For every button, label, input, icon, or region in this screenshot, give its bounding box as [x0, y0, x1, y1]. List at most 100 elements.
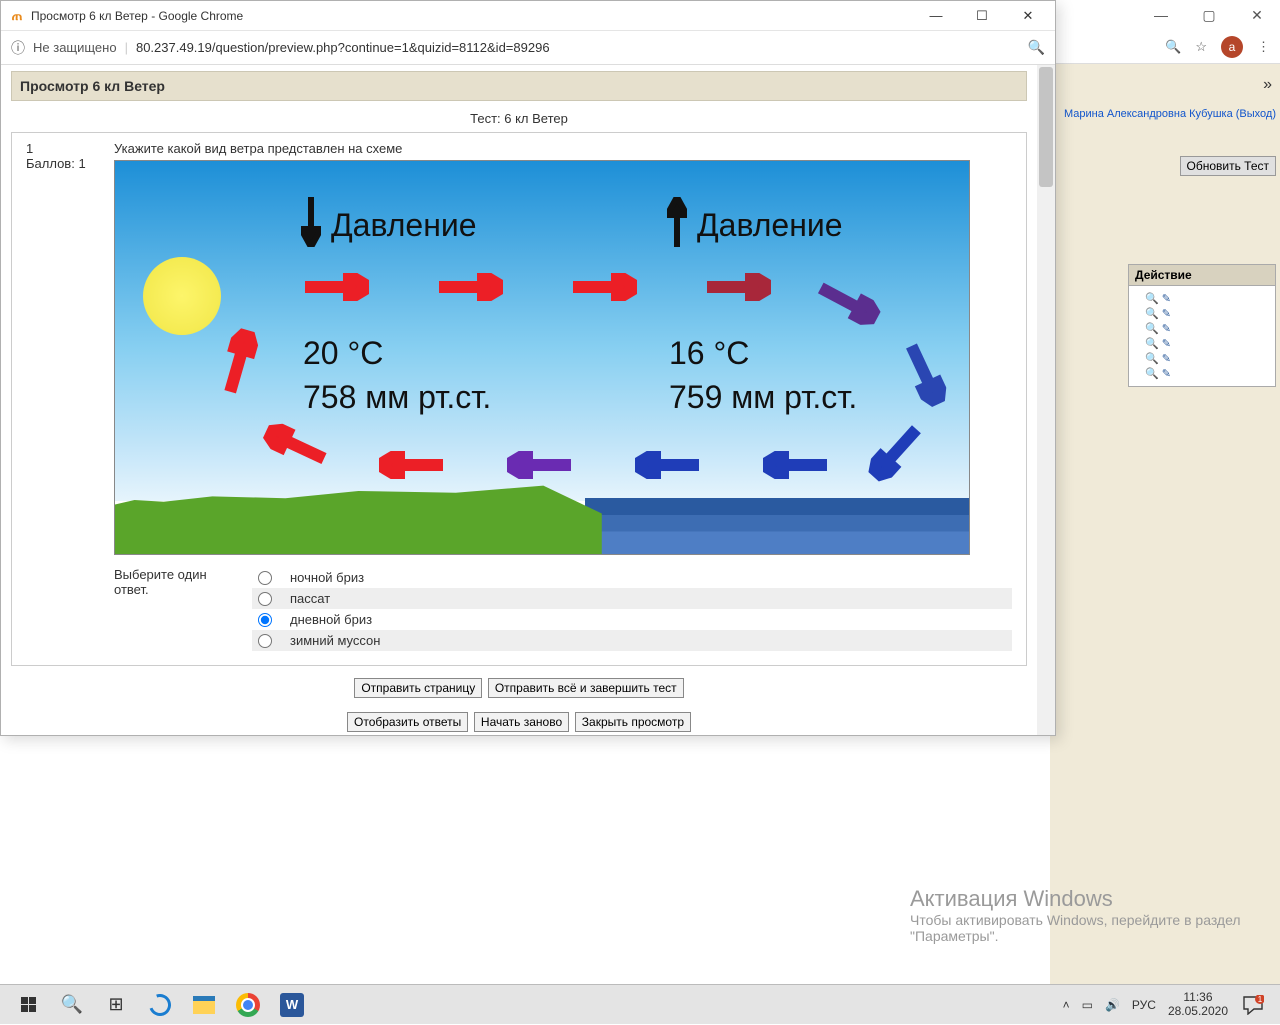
preview-icon: 🔍 — [1145, 292, 1159, 305]
question-number: 1 — [26, 141, 96, 156]
minimize-icon[interactable]: — — [1146, 7, 1176, 23]
tray-chevron-icon[interactable]: ˄ — [1063, 998, 1070, 1012]
word-button[interactable]: W — [270, 985, 314, 1025]
file-explorer-button[interactable] — [182, 985, 226, 1025]
system-tray[interactable]: ˄ ▭ 🔊 РУС 11:36 28.05.2020 1 — [1063, 991, 1274, 1017]
favorite-icon[interactable]: ☆ — [1195, 39, 1207, 55]
pressure-right: 759 мм рт.ст. — [669, 379, 857, 416]
answer-label: ночной бриз — [290, 570, 364, 585]
clock-date: 28.05.2020 — [1168, 1005, 1228, 1018]
restart-button[interactable]: Начать заново — [474, 712, 569, 732]
action-block-body: 🔍✎ 🔍✎ 🔍✎ 🔍✎ 🔍✎ 🔍✎ — [1128, 286, 1276, 387]
question-box: 1 Баллов: 1 Укажите какой вид ветра пред… — [11, 132, 1027, 666]
edit-icon: ✎ — [1162, 352, 1171, 365]
answer-option[interactable]: зимний муссон — [252, 630, 1012, 651]
taskbar[interactable]: 🔍 ⊞ W ˄ ▭ 🔊 РУС 11:36 28.05.2020 1 — [0, 984, 1280, 1024]
menu-icon[interactable]: ⋮ — [1257, 39, 1270, 55]
flow-arrow-icon — [763, 451, 827, 479]
action-row[interactable]: 🔍✎ — [1135, 292, 1269, 305]
separator: | — [125, 40, 128, 55]
refresh-test-button[interactable]: Обновить Тест — [1180, 156, 1277, 176]
preview-icon: 🔍 — [1145, 337, 1159, 350]
start-button[interactable] — [6, 985, 50, 1025]
flow-arrow-icon — [507, 451, 571, 479]
action-row[interactable]: 🔍✎ — [1135, 307, 1269, 320]
edit-icon: ✎ — [1162, 322, 1171, 335]
close-icon[interactable]: ✕ — [1242, 7, 1272, 24]
pressure-up-arrow-icon — [667, 197, 687, 247]
answer-option[interactable]: пассат — [252, 588, 1012, 609]
temp-right: 16 °C — [669, 335, 749, 372]
zoom-icon[interactable]: 🔍 — [1165, 39, 1181, 55]
answer-label: дневной бриз — [290, 612, 372, 627]
fg-content: Просмотр 6 кл Ветер Тест: 6 кл Ветер 1 Б… — [1, 65, 1055, 735]
chrome-button[interactable] — [226, 985, 270, 1025]
maximize-button[interactable]: ☐ — [959, 1, 1005, 31]
clock-time: 11:36 — [1168, 991, 1228, 1004]
action-block: Действие 🔍✎ 🔍✎ 🔍✎ 🔍✎ 🔍✎ 🔍✎ — [1128, 264, 1276, 387]
quiz-header: Просмотр 6 кл Ветер — [11, 71, 1027, 101]
action-row[interactable]: 🔍✎ — [1135, 367, 1269, 380]
clock[interactable]: 11:36 28.05.2020 — [1168, 991, 1228, 1017]
edit-icon: ✎ — [1162, 337, 1171, 350]
overflow-chevron-icon[interactable]: » — [1263, 76, 1272, 94]
url-text[interactable]: 80.237.49.19/question/preview.php?contin… — [136, 40, 550, 55]
answer-radio[interactable] — [258, 571, 272, 585]
edge-button[interactable] — [138, 985, 182, 1025]
vertical-scrollbar[interactable] — [1037, 65, 1055, 735]
pressure-label-left: Давление — [331, 207, 477, 244]
bg-page-body: » Марина Александровна Кубушка (Выход) О… — [1050, 64, 1280, 1024]
preview-icon: 🔍 — [1145, 307, 1159, 320]
flow-arrow-icon — [635, 451, 699, 479]
flow-arrow-icon — [707, 273, 771, 301]
window-title: Просмотр 6 кл Ветер - Google Chrome — [31, 9, 913, 23]
submit-page-button[interactable]: Отправить страницу — [354, 678, 482, 698]
info-icon[interactable]: ⓘ — [11, 38, 25, 58]
scrollbar-thumb[interactable] — [1039, 67, 1053, 187]
question-text: Укажите какой вид ветра представлен на с… — [114, 141, 1012, 156]
close-button[interactable]: ✕ — [1005, 1, 1051, 31]
search-button[interactable]: 🔍 — [50, 985, 94, 1025]
answer-list: ночной бриз пассат дневной бриз — [252, 567, 1012, 651]
close-preview-button[interactable]: Закрыть просмотр — [575, 712, 691, 732]
language-indicator[interactable]: РУС — [1132, 998, 1156, 1012]
minimize-button[interactable]: — — [913, 1, 959, 31]
submit-button-row: Отправить страницу Отправить всё и завер… — [1, 676, 1037, 700]
bg-titlebar: — ▢ ✕ — [1050, 0, 1280, 30]
watermark-subtitle: Чтобы активировать Windows, перейдите в … — [910, 912, 1250, 944]
network-icon[interactable]: ▭ — [1082, 998, 1093, 1012]
flow-arrow-icon — [439, 273, 503, 301]
action-row[interactable]: 🔍✎ — [1135, 337, 1269, 350]
preview-popup-window: ጠ Просмотр 6 кл Ветер - Google Chrome — … — [0, 0, 1056, 736]
task-view-button[interactable]: ⊞ — [94, 985, 138, 1025]
search-icon[interactable]: 🔍 — [1028, 39, 1045, 56]
fg-titlebar[interactable]: ጠ Просмотр 6 кл Ветер - Google Chrome — … — [1, 1, 1055, 31]
bg-user-link[interactable]: Марина Александровна Кубушка (Выход) — [1064, 108, 1276, 120]
submit-all-button[interactable]: Отправить всё и завершить тест — [488, 678, 684, 698]
pressure-left: 758 мм рт.ст. — [303, 379, 491, 416]
volume-icon[interactable]: 🔊 — [1105, 998, 1120, 1012]
action-button-row: Отобразить ответы Начать заново Закрыть … — [1, 710, 1037, 734]
action-block-header: Действие — [1128, 264, 1276, 286]
answer-option[interactable]: ночной бриз — [252, 567, 1012, 588]
profile-avatar[interactable]: a — [1221, 36, 1243, 58]
answer-radio[interactable] — [258, 634, 272, 648]
show-answers-button[interactable]: Отобразить ответы — [347, 712, 468, 732]
maximize-icon[interactable]: ▢ — [1194, 7, 1224, 24]
answer-prompt: Выберите один ответ. — [114, 567, 234, 651]
fg-urlbar[interactable]: ⓘ Не защищено | 80.237.49.19/question/pr… — [1, 31, 1055, 65]
notifications-button[interactable]: 1 — [1240, 992, 1266, 1018]
answer-option[interactable]: дневной бриз — [252, 609, 1012, 630]
flow-arrow-icon — [379, 451, 443, 479]
question-sidebar: 1 Баллов: 1 — [26, 141, 96, 651]
edit-icon: ✎ — [1162, 307, 1171, 320]
answer-radio[interactable] — [258, 613, 272, 627]
pressure-label-right: Давление — [697, 207, 843, 244]
flow-arrow-icon — [305, 273, 369, 301]
action-row[interactable]: 🔍✎ — [1135, 352, 1269, 365]
action-row[interactable]: 🔍✎ — [1135, 322, 1269, 335]
answer-radio[interactable] — [258, 592, 272, 606]
svg-text:1: 1 — [1258, 995, 1263, 1004]
background-browser-window: — ▢ ✕ 🔍 ☆ a ⋮ » Марина Александровна Куб… — [1050, 0, 1280, 1024]
security-status: Не защищено — [33, 40, 117, 55]
